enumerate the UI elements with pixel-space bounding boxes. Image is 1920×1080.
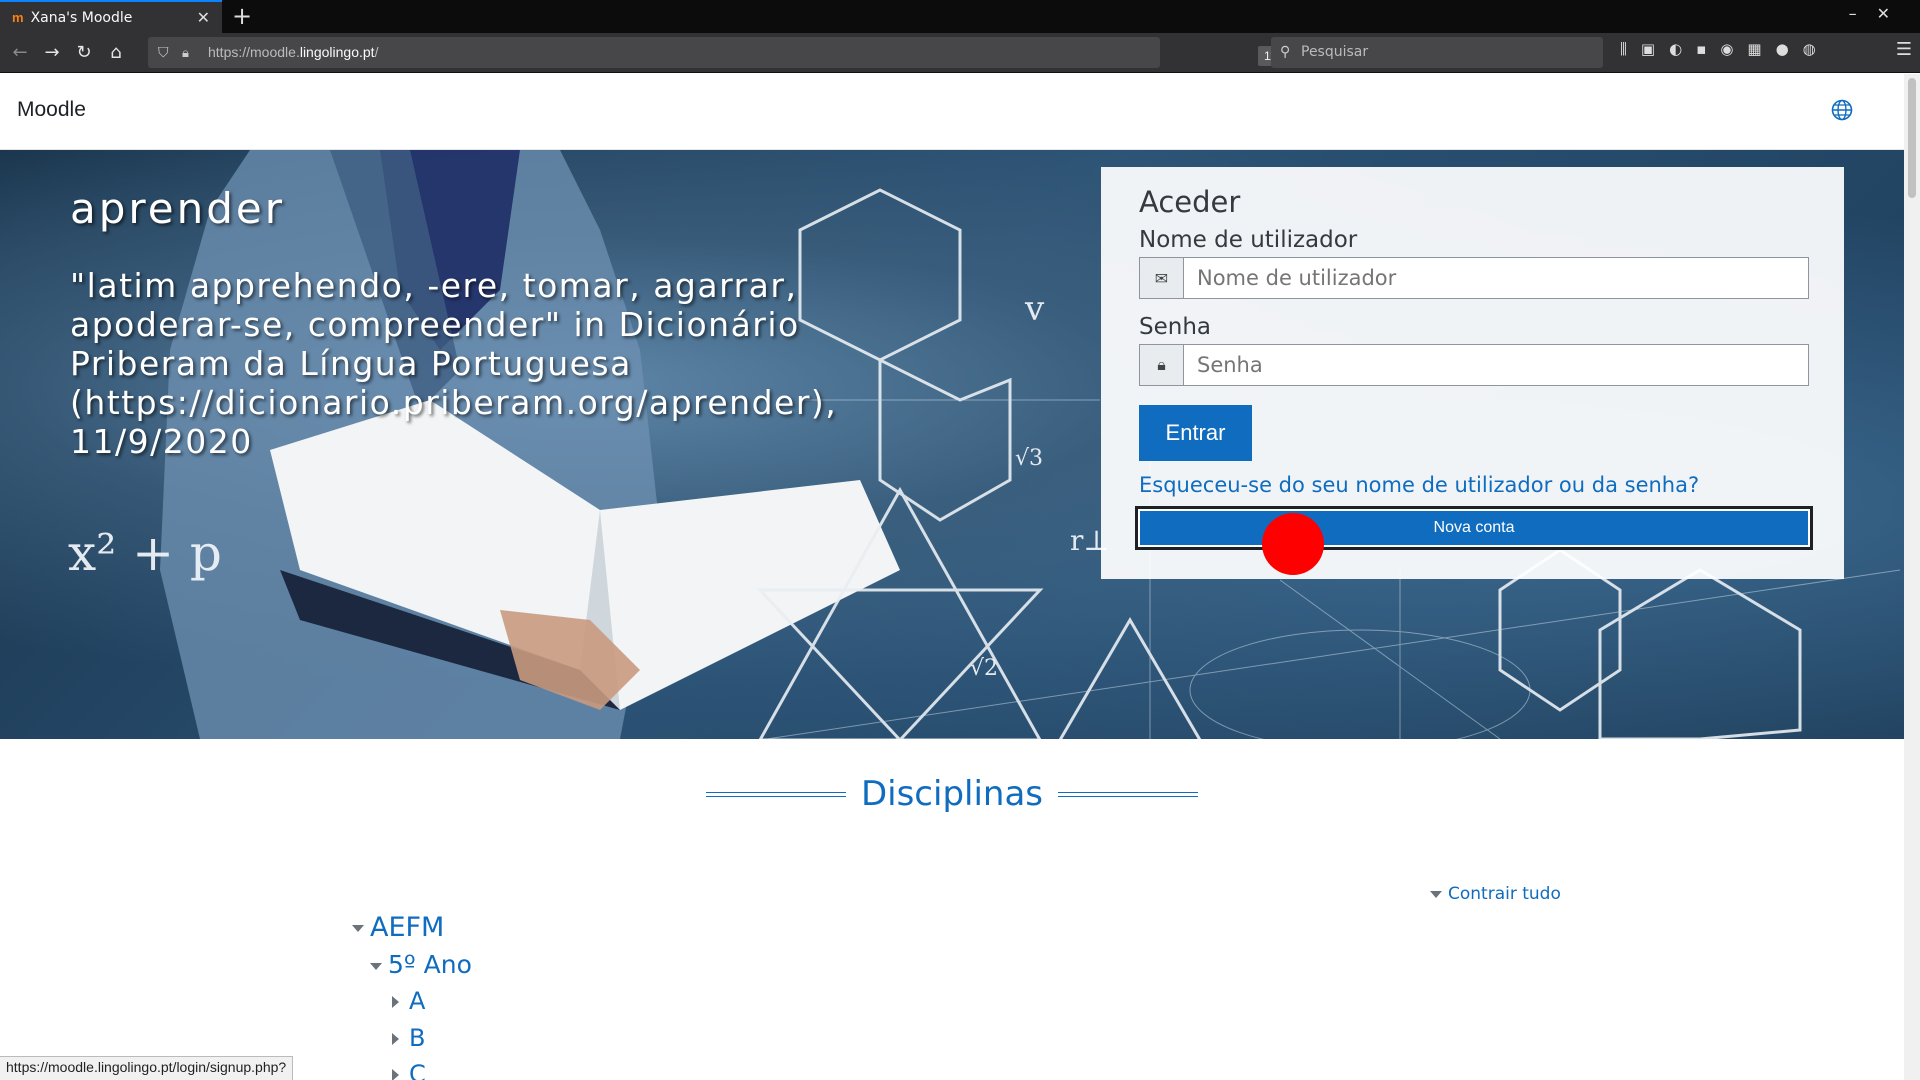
scrollbar-thumb[interactable] <box>1908 78 1916 198</box>
heading-line-left <box>705 791 846 797</box>
site-navbar: Moodle <box>0 74 1904 150</box>
category-b[interactable]: B <box>392 1024 425 1052</box>
new-tab-icon[interactable]: + <box>232 2 252 30</box>
forgot-password-link[interactable]: Esqueceu-se do seu nome de utilizador ou… <box>1139 473 1806 497</box>
search-icon: ⚲ <box>1280 44 1291 60</box>
url-host: lingolingo.pt <box>299 44 375 60</box>
hero-banner: v x² + p r⊥ √3 √2 aprender "latim appreh… <box>0 150 1904 739</box>
back-icon[interactable]: ← <box>6 39 34 67</box>
caret-down-icon <box>1430 890 1442 898</box>
login-button[interactable]: Entrar <box>1139 405 1252 461</box>
search-placeholder: Pesquisar <box>1301 44 1369 60</box>
caret-right-icon <box>392 1033 399 1045</box>
heading-line-right <box>1058 791 1199 797</box>
hero-quote: "latim apprehendo, -ere, tomar, agarrar,… <box>70 266 838 461</box>
tab-title: Xana's Moodle <box>30 9 133 26</box>
caret-down-icon <box>352 925 364 932</box>
password-input[interactable] <box>1183 344 1809 386</box>
collapse-all-link[interactable]: Contrair tudo <box>1430 884 1561 904</box>
page-content: Moodle v x² + p r⊥ √3 √2 aprender "latim… <box>0 74 1904 1080</box>
lock-icon: 🔒︎ <box>1139 344 1183 386</box>
browser-nav-bar: ← → ↻ ⌂ ⛉ 🔒︎ https://moodle.lingolingo.p… <box>0 33 1920 98</box>
url-suffix: / <box>374 44 379 60</box>
browser-tab[interactable]: m Xana's Moodle ✕ <box>0 0 222 33</box>
browser-tab-bar: m Xana's Moodle ✕ + –✕ <box>0 0 1920 33</box>
category-label: B <box>409 1024 426 1052</box>
username-group: ✉ <box>1139 257 1809 299</box>
password-group: 🔒︎ <box>1139 344 1809 386</box>
new-account-button[interactable]: Nova conta <box>1135 506 1813 550</box>
login-title: Aceder <box>1139 185 1241 219</box>
login-panel: Aceder Nome de utilizador ✉ Senha 🔒︎ Ent… <box>1101 167 1844 579</box>
window-controls[interactable]: –✕ <box>1849 4 1910 23</box>
username-input[interactable] <box>1183 257 1809 299</box>
caret-right-icon <box>392 1069 399 1080</box>
category-label: C <box>409 1060 426 1080</box>
svg-text:x² + p: x² + p <box>68 524 222 582</box>
tracking-shield-icon[interactable]: ⛉ <box>158 37 169 68</box>
category-label: AEFM <box>370 912 445 943</box>
collapse-all-label: Contrair tudo <box>1448 884 1561 904</box>
caret-right-icon <box>392 996 399 1008</box>
category-label: 5º Ano <box>388 950 472 979</box>
svg-text:√2: √2 <box>970 656 998 681</box>
category-aefm[interactable]: AEFM <box>352 912 444 943</box>
toolbar-extension-icons[interactable]: ⫼▣◐▪◉▦●◍ <box>1620 40 1830 58</box>
site-brand[interactable]: Moodle <box>17 98 86 122</box>
reload-icon[interactable]: ↻ <box>70 39 98 67</box>
url-prefix: https://moodle. <box>208 44 300 60</box>
page-scrollbar[interactable] <box>1904 74 1920 1080</box>
language-globe-icon[interactable] <box>1830 98 1854 122</box>
search-input[interactable]: ⚲ Pesquisar <box>1271 37 1603 68</box>
category-5-ano[interactable]: 5º Ano <box>370 950 472 979</box>
close-tab-icon[interactable]: ✕ <box>197 8 210 27</box>
lock-icon[interactable]: 🔒︎ <box>182 37 189 68</box>
status-bar-url: https://moodle.lingolingo.pt/login/signu… <box>0 1056 294 1080</box>
menu-icon[interactable]: ☰ <box>1896 39 1912 60</box>
moodle-favicon-icon: m <box>12 10 24 25</box>
category-a[interactable]: A <box>392 987 425 1015</box>
username-label: Nome de utilizador <box>1139 227 1358 253</box>
hero-title: aprender <box>70 184 285 233</box>
courses-title: Disciplinas <box>860 774 1044 814</box>
category-label: A <box>409 987 426 1015</box>
click-marker <box>1262 513 1324 575</box>
svg-text:√3: √3 <box>1015 446 1043 471</box>
svg-text:v: v <box>1024 289 1045 329</box>
courses-heading: Disciplinas <box>0 774 1904 814</box>
forward-icon[interactable]: → <box>38 39 66 67</box>
envelope-icon: ✉ <box>1139 257 1183 299</box>
home-icon[interactable]: ⌂ <box>102 39 130 67</box>
caret-down-icon <box>370 962 382 970</box>
password-label: Senha <box>1139 314 1211 340</box>
category-c[interactable]: C <box>392 1060 426 1080</box>
address-bar[interactable]: ⛉ 🔒︎ https://moodle.lingolingo.pt/ 110% … <box>148 37 1367 98</box>
